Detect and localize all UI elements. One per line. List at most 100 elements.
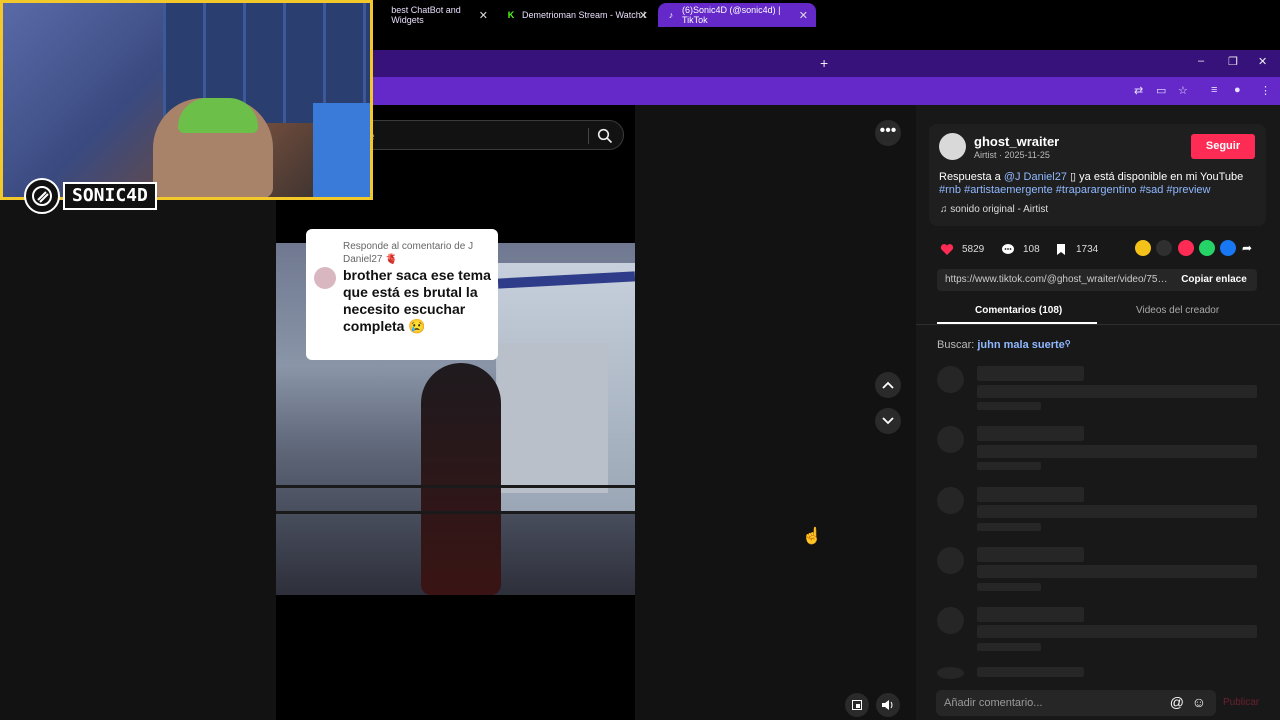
search-icon[interactable] — [597, 128, 613, 149]
skeleton-line — [977, 462, 1041, 470]
skeleton-avatar — [937, 426, 964, 453]
video-rail — [276, 485, 635, 488]
search-divider — [588, 128, 589, 144]
tab-close-icon[interactable]: ✕ — [479, 9, 488, 22]
kick-icon: K — [507, 10, 515, 20]
streamer-name-label: SONIC4D — [63, 182, 157, 210]
comment-search: Buscar: juhn mala suerte⚲ — [937, 339, 1071, 351]
skeleton-line — [977, 385, 1257, 398]
skeleton-line — [977, 402, 1041, 410]
extension-icon[interactable]: ● — [1234, 84, 1241, 96]
music-link[interactable]: ♫ sonido original - Airtist — [940, 204, 1048, 215]
tab-close-icon[interactable]: ✕ — [639, 9, 648, 22]
skeleton-line — [977, 667, 1084, 677]
video-link-row: https://www.tiktok.com/@ghost_wraiter/vi… — [937, 269, 1257, 291]
cast-icon[interactable]: ▭ — [1156, 84, 1166, 97]
mention-at-icon[interactable]: @ — [1170, 694, 1184, 710]
comment-stat[interactable]: 108 — [1000, 241, 1040, 257]
music-note-icon: ♫ — [940, 204, 951, 215]
skeleton-line — [977, 523, 1041, 531]
media-icon[interactable]: ≡ — [1211, 84, 1217, 96]
previous-video-button[interactable] — [875, 372, 901, 398]
facebook-icon[interactable] — [1220, 240, 1236, 256]
send-share-icon[interactable] — [1178, 240, 1194, 256]
copy-link-button[interactable]: Copiar enlace — [1171, 269, 1257, 291]
browser-tab-tiktok[interactable]: ♪ (6)Sonic4D (@sonic4d) | TikTok ✕ — [658, 3, 816, 27]
tab-creator-videos[interactable]: Videos del creador — [1136, 305, 1219, 316]
pip-icon — [852, 700, 862, 710]
streamer-logo-icon — [24, 178, 60, 214]
reply-avatar — [314, 267, 336, 289]
emoji-icon[interactable]: ☺ — [1192, 694, 1206, 710]
volume-icon — [882, 700, 893, 710]
skeleton-line — [977, 583, 1041, 591]
bookmark-icon — [1053, 241, 1069, 257]
menu-dots-icon[interactable]: ⋮ — [1260, 84, 1271, 97]
reply-emoji: 😢 — [408, 318, 426, 334]
author-avatar[interactable] — [939, 133, 966, 160]
cam-chair — [313, 103, 370, 197]
author-name[interactable]: ghost_wraiter — [974, 134, 1059, 149]
skeleton-line — [977, 487, 1084, 502]
publish-button[interactable]: Publicar — [1223, 697, 1259, 708]
save-stat[interactable]: 1734 — [1053, 241, 1098, 257]
cam-hat — [178, 98, 258, 133]
mention-link[interactable]: @J Daniel27 — [1004, 171, 1067, 183]
pip-button[interactable] — [845, 693, 869, 717]
skeleton-line — [977, 547, 1084, 562]
share-arrow-icon[interactable]: ➦ — [1242, 240, 1258, 256]
chevron-down-icon — [882, 417, 894, 425]
comment-search-query[interactable]: juhn mala suerte — [977, 339, 1064, 351]
heart-icon — [939, 241, 955, 257]
post-description: Respuesta a @J Daniel27 ▯ ya está dispon… — [939, 171, 1244, 196]
skeleton-line — [977, 565, 1257, 578]
browser-tab-chatbot[interactable]: best ChatBot and Widgets ✕ — [368, 3, 496, 27]
video-building — [498, 343, 608, 493]
new-tab-button[interactable]: + — [820, 55, 828, 71]
skeleton-line — [977, 445, 1257, 458]
minimize-button[interactable]: – — [1198, 55, 1204, 67]
comment-bubble-icon — [1000, 241, 1016, 257]
next-video-button[interactable] — [875, 408, 901, 434]
search-small-icon: ⚲ — [1064, 339, 1071, 348]
skeleton-line — [977, 426, 1084, 441]
restore-button[interactable]: ❐ — [1228, 55, 1238, 68]
video-link[interactable]: https://www.tiktok.com/@ghost_wraiter/vi… — [945, 274, 1170, 285]
skeleton-line — [977, 607, 1084, 622]
skeleton-line — [977, 643, 1041, 651]
webcam-overlay — [0, 0, 373, 200]
more-options-button[interactable]: ••• — [875, 120, 901, 146]
like-stat[interactable]: 5829 — [939, 241, 984, 257]
skeleton-line — [977, 505, 1257, 518]
embed-icon[interactable] — [1156, 240, 1172, 256]
skeleton-line — [977, 366, 1084, 381]
tab-close-icon[interactable]: ✕ — [799, 9, 808, 22]
video-rail — [276, 511, 635, 514]
volume-button[interactable] — [876, 693, 900, 717]
author-subtitle: Airtist · 2025-11-25 — [974, 150, 1050, 160]
reply-header: Responde al comentario de J Daniel27 🫀 — [343, 241, 474, 265]
tiktok-icon: ♪ — [668, 10, 674, 20]
follow-button[interactable]: Seguir — [1191, 134, 1255, 159]
skeleton-line — [977, 625, 1257, 638]
search-input[interactable]: e — [345, 120, 624, 150]
skeleton-avatar — [937, 547, 964, 574]
reply-comment-card: Responde al comentario de J Daniel27 🫀 b… — [306, 229, 498, 360]
browser-tab-kick[interactable]: K Demetrioman Stream - Watch l ✕ — [498, 3, 656, 27]
skeleton-avatar — [937, 667, 964, 679]
skeleton-avatar — [937, 366, 964, 393]
hashtags[interactable]: #rnb #artistaemergente #traparargentino … — [939, 184, 1211, 196]
video-person — [421, 363, 501, 595]
bookmark-star-icon[interactable]: ☆ — [1178, 84, 1188, 97]
comment-input[interactable]: Añadir comentario... @ ☺ — [936, 690, 1216, 716]
tab-comments[interactable]: Comentarios (108) — [975, 305, 1062, 316]
streamelements-icon — [376, 10, 385, 20]
chevron-up-icon — [882, 381, 894, 389]
close-window-button[interactable]: ✕ — [1258, 55, 1267, 68]
coin-share-icon[interactable] — [1135, 240, 1151, 256]
translate-icon[interactable]: ⇄ — [1134, 84, 1143, 97]
skeleton-avatar — [937, 607, 964, 634]
active-tab-indicator — [937, 322, 1097, 324]
skeleton-avatar — [937, 487, 964, 514]
whatsapp-icon[interactable] — [1199, 240, 1215, 256]
